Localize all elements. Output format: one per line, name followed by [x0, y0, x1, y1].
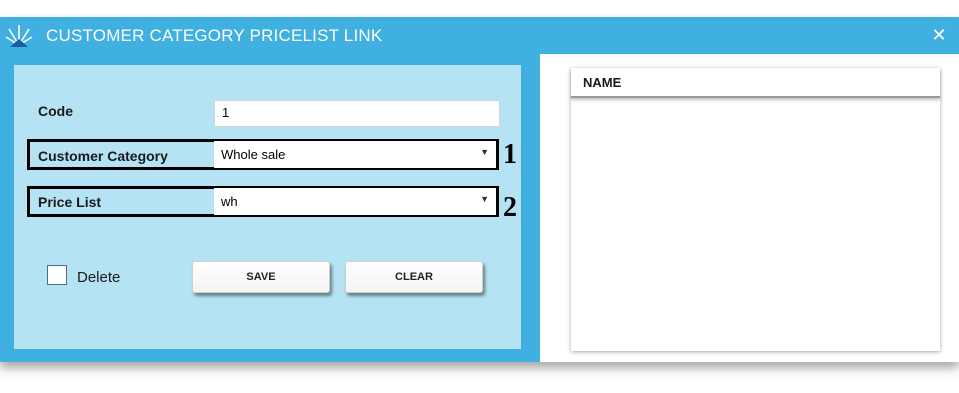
grid-header: NAME — [571, 68, 940, 98]
chevron-down-icon: ▼ — [480, 194, 489, 204]
price-list-label: Price List — [38, 194, 102, 210]
price-list-value: wh — [221, 194, 238, 209]
app-logo-icon — [4, 21, 34, 51]
save-button[interactable]: SAVE — [192, 261, 330, 293]
customer-category-dropdown[interactable]: Whole sale ▼ — [214, 141, 496, 168]
delete-checkbox[interactable] — [47, 265, 67, 285]
code-label: Code — [38, 103, 73, 119]
panel-divider — [540, 54, 551, 362]
chevron-down-icon: ▼ — [480, 147, 489, 157]
close-icon[interactable]: ✕ — [927, 23, 951, 47]
customer-category-value: Whole sale — [221, 147, 286, 162]
window-title: CUSTOMER CATEGORY PRICELIST LINK — [46, 26, 383, 45]
name-grid[interactable]: NAME — [571, 68, 940, 351]
title-bar[interactable]: CUSTOMER CATEGORY PRICELIST LINK ✕ — [0, 17, 959, 54]
clear-button[interactable]: CLEAR — [345, 261, 483, 293]
delete-label: Delete — [77, 269, 121, 286]
grid-column-name[interactable]: NAME — [583, 75, 621, 90]
price-list-dropdown[interactable]: wh ▼ — [214, 188, 496, 215]
customer-category-label: Customer Category — [38, 148, 168, 164]
annotation-marker-2: 2 — [503, 192, 517, 223]
code-input[interactable]: 1 — [214, 100, 500, 127]
annotation-marker-1: 1 — [503, 139, 517, 170]
